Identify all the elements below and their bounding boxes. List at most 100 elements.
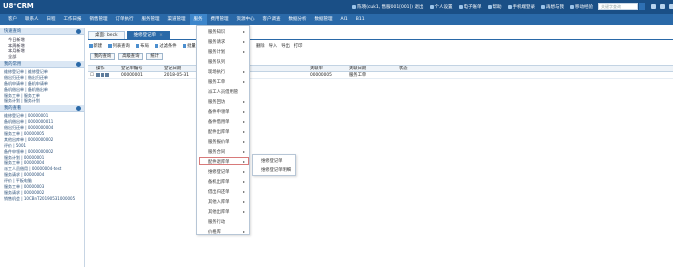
dropdown-item[interactable]: 服务队列 <box>208 59 225 65</box>
toolbar-button[interactable]: 布局 <box>135 43 150 49</box>
dropdown-item[interactable]: 服务知识 <box>208 29 225 35</box>
list-toolbar: 新建 列表查询 布局 过滤条件 批量 <box>88 42 197 50</box>
statistics-button[interactable]: 统计 <box>146 53 163 60</box>
toolbar-button[interactable]: 新建 <box>88 43 103 49</box>
menu-item[interactable]: 客户 <box>4 14 21 25</box>
collapse-icon[interactable] <box>76 62 81 67</box>
toolbar-button[interactable]: 过滤条件 <box>154 43 178 49</box>
ebill-link[interactable]: 电子账单 <box>458 4 482 10</box>
menu-icon[interactable] <box>669 4 673 9</box>
chevron-right-icon: ▸ <box>242 139 245 144</box>
dropdown-item[interactable]: 服务工单 <box>208 79 225 85</box>
menu-item[interactable]: B11 <box>352 14 369 25</box>
dropdown-item[interactable]: 配件退库单 <box>208 159 229 165</box>
dropdown-item[interactable]: 服务合同 <box>208 149 225 155</box>
mobile-login-link[interactable]: 手机端登录 <box>507 4 535 10</box>
quick-query-header[interactable]: 快速查询 <box>0 28 84 35</box>
collapse-icon[interactable] <box>76 106 81 112</box>
dropdown-item[interactable]: 派工人员借用管 <box>208 89 238 95</box>
menu-item[interactable]: 费用管理 <box>207 14 233 25</box>
top-right-links: 陈晓(cuk1, 售服001[001]) 退出 个人设置 电子账单 帮助 手机端… <box>352 4 593 10</box>
chevron-right-icon: ▸ <box>242 199 245 204</box>
dropdown-item[interactable]: 其他入库单 <box>208 199 229 205</box>
submenu-item[interactable]: 维修登记单明细 <box>261 167 291 173</box>
chevron-right-icon: ▸ <box>242 209 245 214</box>
dropdown-item[interactable]: 备件申领单 <box>208 109 229 115</box>
recent-header[interactable]: 我的查看 <box>0 105 84 113</box>
toolbar-button[interactable]: 打印 <box>294 43 303 49</box>
toolbar-button[interactable]: 导出 <box>281 43 290 49</box>
related-doc[interactable]: 00000005 <box>308 72 347 78</box>
chevron-right-icon: ▸ <box>242 169 245 174</box>
menu-item[interactable]: 服务 <box>189 14 207 25</box>
settings-icon[interactable] <box>651 4 656 9</box>
view-icon[interactable] <box>105 73 109 77</box>
dropdown-item[interactable]: 服务计划 <box>208 49 225 55</box>
register-number[interactable]: 00000001 <box>119 72 162 78</box>
toolbar-label: 打印 <box>293 44 303 49</box>
dropdown-item[interactable]: 服务请求 <box>208 39 225 45</box>
column-header[interactable]: 操作 <box>94 66 119 71</box>
menu-item[interactable]: 销售管理 <box>86 14 112 25</box>
menu-item[interactable]: 联系人 <box>21 14 43 25</box>
column-header[interactable]: 关联日期 <box>347 66 397 71</box>
menu-item[interactable]: 工作日报 <box>60 14 86 25</box>
dropdown-item[interactable]: 其他出库单 <box>208 209 229 215</box>
table-row[interactable]: ☐ 00000001 2018-05-31 00000005 服务工单 <box>88 72 673 79</box>
menu-item[interactable]: 订单执行 <box>112 14 138 25</box>
user-info[interactable]: 陈晓(cuk1, 售服001[001]) 退出 <box>352 4 424 10</box>
menu-item[interactable]: 数据管理 <box>311 14 337 25</box>
data-grid: 操作 登记单编号 登记日期 关联单 关联日期 状态 ☐ 00000001 2018-05-… <box>88 65 673 79</box>
column-header[interactable] <box>266 66 308 71</box>
column-header[interactable]: 登记单编号 <box>119 66 162 71</box>
dropdown-item[interactable]: 配件出库单 <box>208 129 229 135</box>
grid-header: 操作 登记单编号 登记日期 关联单 关联日期 状态 <box>88 65 673 72</box>
dropdown-item[interactable]: 现场执行 <box>208 69 225 75</box>
toolbar-icon <box>89 44 93 48</box>
search-input[interactable]: 关键字查询 <box>598 3 638 10</box>
menu-item[interactable]: 服务管理 <box>138 14 164 25</box>
search-button[interactable] <box>639 3 645 10</box>
mobile-experience-link[interactable]: 移动经验 <box>570 4 593 10</box>
menu-item[interactable]: 资源中心 <box>233 14 259 25</box>
advanced-query-button[interactable]: 高级查询 <box>118 53 144 60</box>
dropdown-item[interactable]: 维修登记单 <box>208 169 229 175</box>
tab-desktop[interactable]: 桌面: beck <box>88 31 125 39</box>
menu-item[interactable]: AI1 <box>337 14 352 25</box>
quick-query-item[interactable]: 全部 <box>8 54 84 60</box>
dropdown-item[interactable]: 借出归还单 <box>208 189 229 195</box>
toolbar-button[interactable]: 列表查询 <box>107 43 131 49</box>
recent-item[interactable]: 销售机会 | 10CBnT20190531000005 <box>4 196 80 202</box>
query-scheme-select[interactable]: 我的查询 <box>90 53 116 60</box>
edit-icon[interactable] <box>96 73 100 77</box>
toolbar-button[interactable]: 删除 <box>256 43 265 49</box>
column-header[interactable]: 状态 <box>397 66 408 71</box>
notification-icon[interactable] <box>660 4 665 9</box>
toolbar-label: 批量 <box>187 44 196 49</box>
menu-item[interactable]: 客户调查 <box>259 14 285 25</box>
menu-item[interactable]: 渠道管理 <box>164 14 190 25</box>
menu-item[interactable]: 日程 <box>43 14 60 25</box>
dropdown-item[interactable]: 服务回访 <box>208 99 225 105</box>
dropdown-item[interactable]: 服务报价单 <box>208 139 229 145</box>
service-link[interactable]: 再想与我 <box>541 4 564 10</box>
delete-icon[interactable] <box>100 73 104 77</box>
frequent-header[interactable]: 我的常用 <box>0 61 84 68</box>
frequent-item[interactable]: 服务计划 | 服务计划 <box>4 98 80 104</box>
tab-repair-register[interactable]: 维修登记单 × <box>126 31 170 39</box>
collapse-icon[interactable] <box>76 29 81 34</box>
submenu-item[interactable]: 维修登记单 <box>261 158 282 164</box>
help-icon <box>487 5 492 9</box>
column-header[interactable]: 关联单 <box>308 66 347 71</box>
app-logo[interactable]: U8⁺CRM <box>3 2 34 10</box>
dropdown-item[interactable]: 备件借用单 <box>208 119 229 125</box>
dropdown-item[interactable]: 价格库 <box>208 229 221 235</box>
help-link[interactable]: 帮助 <box>487 4 502 10</box>
toolbar-button[interactable]: 批量 <box>182 43 197 49</box>
dropdown-item[interactable]: 备机出库单 <box>208 179 229 185</box>
main-menu-bar: 客户 联系人 日程 工作日报 销售管理 订单执行 服务管理 渠道管理 服务 费用管理 资源中心 客户调… <box>0 14 673 25</box>
toolbar-button[interactable]: 导入 <box>269 43 278 49</box>
personal-settings-link[interactable]: 个人设置 <box>429 4 453 10</box>
dropdown-item[interactable]: 服务行动 <box>208 219 225 225</box>
menu-item[interactable]: 数据分析 <box>285 14 311 25</box>
